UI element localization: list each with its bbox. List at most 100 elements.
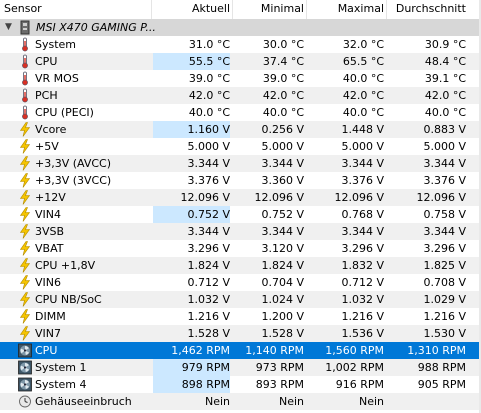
lightning-icon [18, 326, 32, 341]
thermometer-icon [18, 54, 32, 69]
maximum-value: 1,002 RPM [325, 361, 384, 374]
sensor-name: System 4 [35, 378, 87, 391]
average-value: 5.000 V [423, 140, 466, 153]
sensor-name: +5V [35, 140, 59, 153]
sensor-row[interactable]: CPU (PECI) 40.0 °C 40.0 °C 40.0 °C 40.0 °C [0, 104, 481, 121]
sensor-row[interactable]: Gehäuseeinbruch Nein Nein Nein [0, 393, 481, 410]
maximum-value: 3.376 V [341, 174, 384, 187]
sensor-row[interactable]: CPU 1,462 RPM 1,140 RPM 1,560 RPM 1,310 RPM [0, 342, 481, 359]
thermometer-icon [18, 71, 32, 86]
lightning-icon [18, 190, 32, 205]
current-value: 3.344 V [187, 225, 230, 238]
column-header-sensor[interactable]: Sensor [4, 0, 42, 19]
minimum-value: 5.000 V [261, 140, 304, 153]
average-value: 1.216 V [423, 310, 466, 323]
average-value: 3.376 V [423, 174, 466, 187]
current-value: 31.0 °C [188, 38, 230, 51]
sensor-row[interactable]: DIMM 1.216 V 1.200 V 1.216 V 1.216 V [0, 308, 481, 325]
sensor-row[interactable]: VR MOS 39.0 °C 39.0 °C 40.0 °C 39.1 °C [0, 70, 481, 87]
current-value: 1.528 V [187, 327, 230, 340]
minimum-value: 0.704 V [261, 276, 304, 289]
sensor-row[interactable]: CPU NB/SoC 1.032 V 1.024 V 1.032 V 1.029 V [0, 291, 481, 308]
maximum-value: 0.712 V [341, 276, 384, 289]
current-value: 3.376 V [187, 174, 230, 187]
sensor-row[interactable]: CPU 55.5 °C 37.4 °C 65.5 °C 48.4 °C [0, 53, 481, 70]
thermometer-icon [18, 37, 32, 52]
average-value: 3.344 V [423, 157, 466, 170]
maximum-value: 1.216 V [341, 310, 384, 323]
collapse-arrow-icon[interactable]: ▼ [5, 19, 15, 36]
maximum-value: 12.096 V [334, 191, 384, 204]
minimum-value: 30.0 °C [262, 38, 304, 51]
average-value: 0.708 V [423, 276, 466, 289]
current-value: 0.712 V [187, 276, 230, 289]
sensor-row[interactable]: VBAT 3.296 V 3.120 V 3.296 V 3.296 V [0, 240, 481, 257]
average-value: 48.4 °C [424, 55, 466, 68]
average-value: 1,310 RPM [407, 344, 466, 357]
sensor-name: VIN4 [35, 208, 61, 221]
lightning-icon [18, 173, 32, 188]
sensor-row[interactable]: +3,3V (AVCC) 3.344 V 3.344 V 3.344 V 3.344 V [0, 155, 481, 172]
current-value: 1.160 V [153, 121, 230, 138]
sensor-row[interactable]: System 4 898 RPM 893 RPM 916 RPM 905 RPM [0, 376, 481, 393]
current-value: 1.032 V [187, 293, 230, 306]
average-value: 1.029 V [423, 293, 466, 306]
sensor-name: System [35, 38, 77, 51]
sensor-name: VBAT [35, 242, 64, 255]
minimum-value: 1.024 V [261, 293, 304, 306]
column-header-maximum[interactable]: Maximal [306, 0, 384, 19]
current-value: 12.096 V [180, 191, 230, 204]
average-value: 1.825 V [423, 259, 466, 272]
maximum-value: 3.344 V [341, 157, 384, 170]
group-row-motherboard[interactable]: ▼ MSI X470 GAMING P... [0, 19, 481, 36]
sensor-name: Gehäuseeinbruch [35, 395, 132, 408]
sensor-name: PCH [35, 89, 58, 102]
minimum-value: 1.528 V [261, 327, 304, 340]
lightning-icon [18, 292, 32, 307]
average-value: 905 RPM [417, 378, 466, 391]
chip-icon [18, 20, 32, 35]
current-value: 40.0 °C [188, 106, 230, 119]
maximum-value: 1,560 RPM [325, 344, 384, 357]
lightning-icon [18, 309, 32, 324]
maximum-value: 3.296 V [341, 242, 384, 255]
lightning-icon [18, 241, 32, 256]
current-value: 1.216 V [187, 310, 230, 323]
current-value: 1.824 V [187, 259, 230, 272]
maximum-value: 916 RPM [335, 378, 384, 391]
sensor-row[interactable]: 3VSB 3.344 V 3.344 V 3.344 V 3.344 V [0, 223, 481, 240]
sensor-row[interactable]: System 1 979 RPM 973 RPM 1,002 RPM 988 RPM [0, 359, 481, 376]
average-value: 12.096 V [416, 191, 466, 204]
sensor-row[interactable]: +5V 5.000 V 5.000 V 5.000 V 5.000 V [0, 138, 481, 155]
average-value: 39.1 °C [424, 72, 466, 85]
minimum-value: 39.0 °C [262, 72, 304, 85]
sensor-row[interactable]: VIN4 0.752 V 0.752 V 0.768 V 0.758 V [0, 206, 481, 223]
sensor-name: VR MOS [35, 72, 79, 85]
current-value: 42.0 °C [188, 89, 230, 102]
sensor-row[interactable]: VIN7 1.528 V 1.528 V 1.536 V 1.530 V [0, 325, 481, 342]
lightning-icon [18, 207, 32, 222]
sensor-row[interactable]: System 31.0 °C 30.0 °C 32.0 °C 30.9 °C [0, 36, 481, 53]
minimum-value: 893 RPM [255, 378, 304, 391]
lightning-icon [18, 122, 32, 137]
column-header-current[interactable]: Aktuell [153, 0, 230, 19]
average-value: 0.883 V [423, 123, 466, 136]
average-value: 0.758 V [423, 208, 466, 221]
average-value [390, 393, 466, 410]
current-value: 3.296 V [187, 242, 230, 255]
sensor-name: VIN7 [35, 327, 61, 340]
column-header-average[interactable]: Durchschnitt [390, 0, 466, 19]
maximum-value: 5.000 V [341, 140, 384, 153]
sensor-name: +12V [35, 191, 66, 204]
column-header-minimum[interactable]: Minimal [234, 0, 304, 19]
sensor-row[interactable]: +12V 12.096 V 12.096 V 12.096 V 12.096 V [0, 189, 481, 206]
fan-icon [18, 377, 32, 392]
minimum-value: 3.120 V [261, 242, 304, 255]
minimum-value: 0.752 V [261, 208, 304, 221]
sensor-row[interactable]: CPU +1,8V 1.824 V 1.824 V 1.832 V 1.825 V [0, 257, 481, 274]
sensor-name: VIN6 [35, 276, 61, 289]
sensor-row[interactable]: PCH 42.0 °C 42.0 °C 42.0 °C 42.0 °C [0, 87, 481, 104]
sensor-row[interactable]: Vcore 1.160 V 0.256 V 1.448 V 0.883 V [0, 121, 481, 138]
sensor-row[interactable]: VIN6 0.712 V 0.704 V 0.712 V 0.708 V [0, 274, 481, 291]
sensor-row[interactable]: +3,3V (3VCC) 3.376 V 3.360 V 3.376 V 3.376 V [0, 172, 481, 189]
